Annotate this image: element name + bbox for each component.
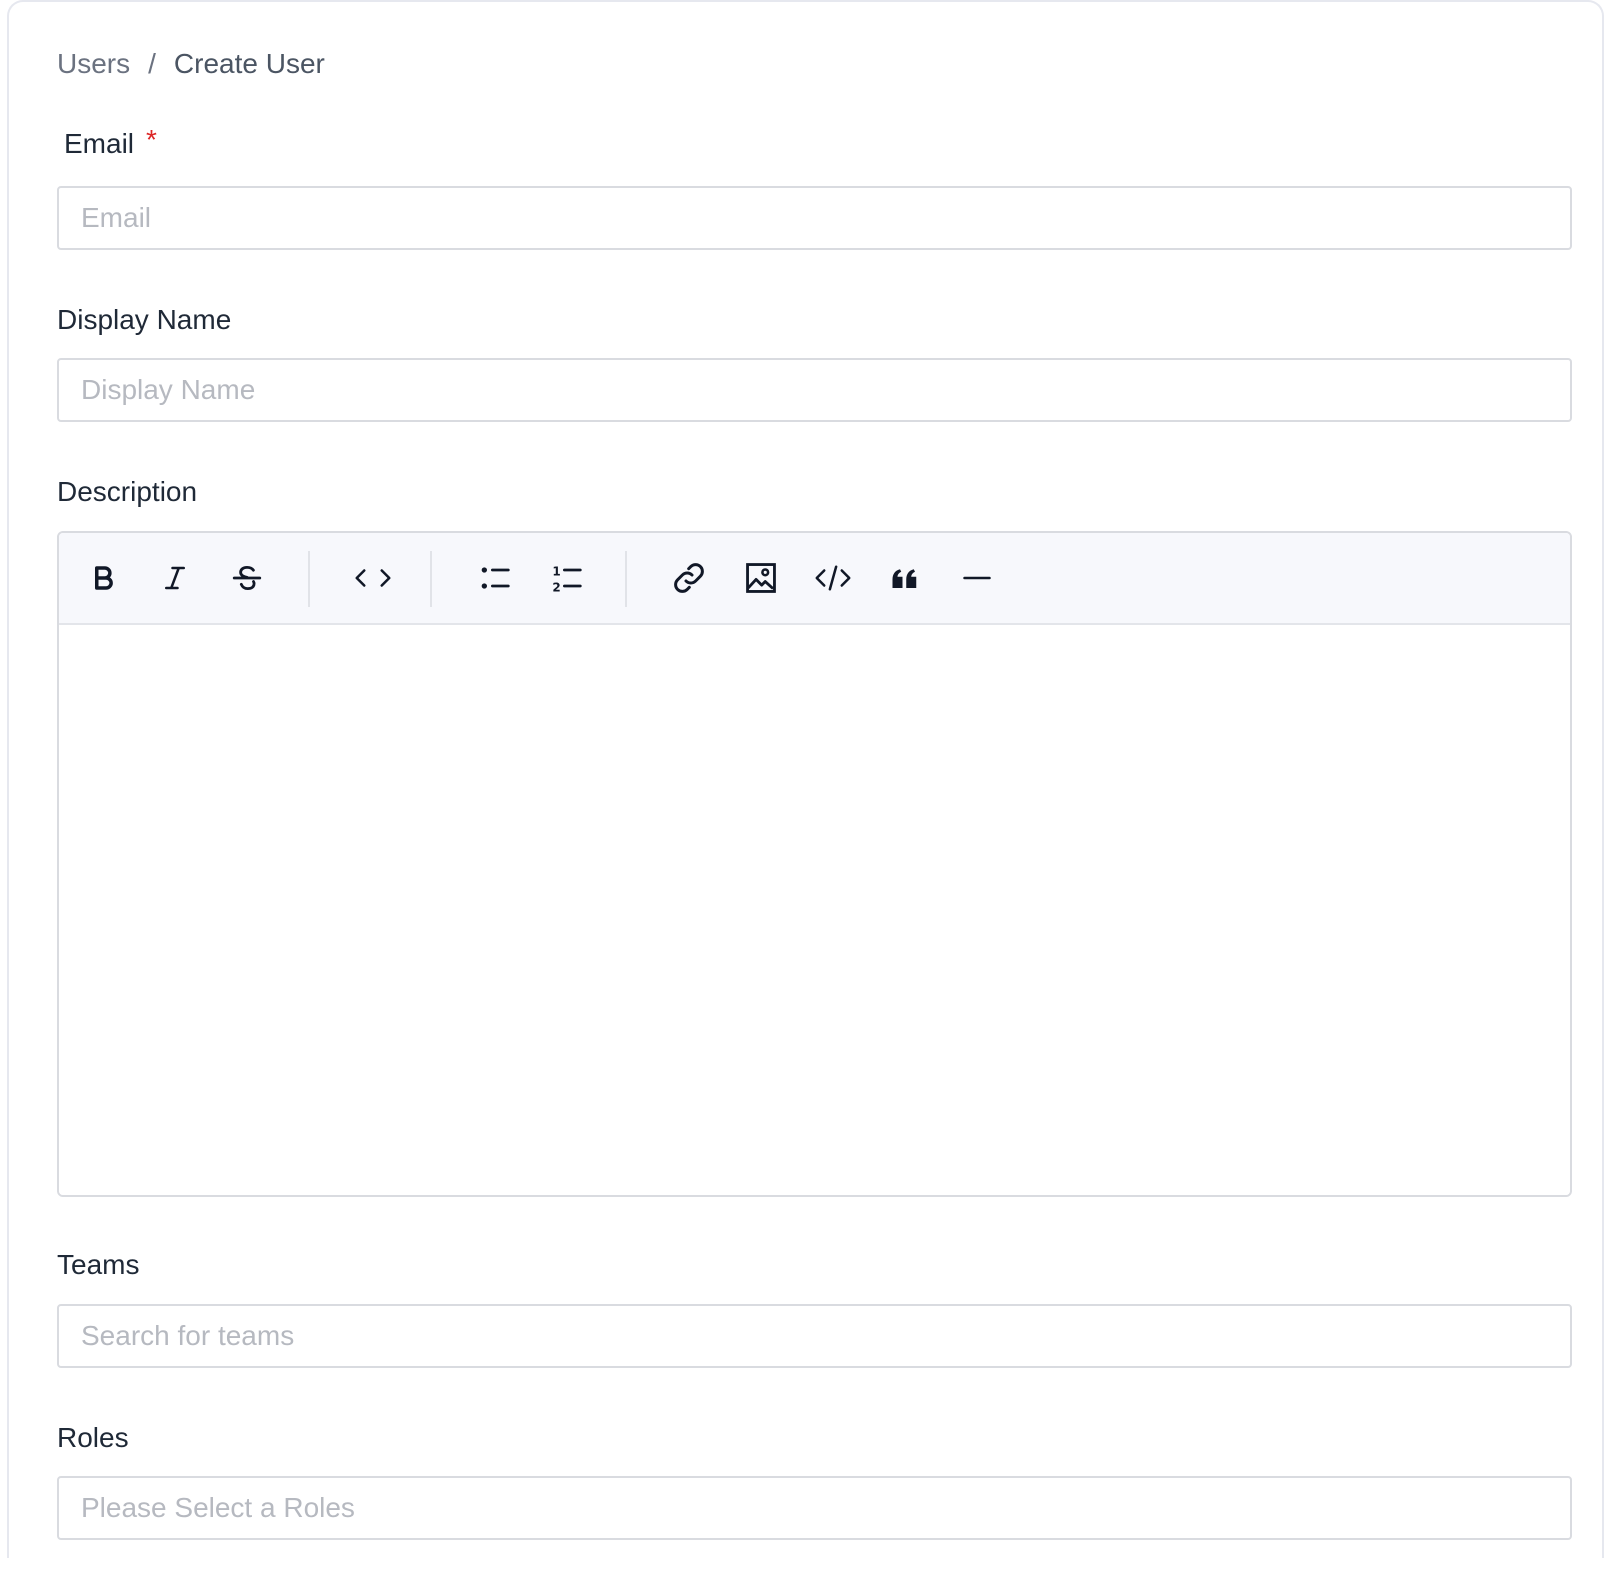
roles-select[interactable] [57, 1476, 1572, 1540]
strikethrough-button[interactable] [223, 554, 271, 602]
link-icon [674, 563, 704, 593]
email-label-text: Email [64, 128, 135, 159]
italic-button[interactable] [151, 554, 199, 602]
numbered-list-button[interactable]: 1 2 [543, 554, 591, 602]
description-label: Description [57, 476, 198, 507]
toolbar-divider [430, 551, 432, 607]
toolbar-divider [308, 551, 310, 607]
bold-button[interactable] [79, 554, 127, 602]
breadcrumb-users-link[interactable]: Users [57, 44, 130, 84]
create-user-card: Users / Create User Email* Display Name … [7, 0, 1604, 1558]
display-name-input[interactable] [57, 358, 1572, 422]
image-button[interactable] [737, 554, 785, 602]
inline-code-icon [355, 569, 391, 587]
numbered-list-icon: 1 2 [552, 564, 582, 594]
blockquote-button[interactable] [881, 554, 929, 602]
horizontal-rule-button[interactable] [953, 554, 1001, 602]
description-editor: 1 2 [57, 531, 1572, 1197]
bullet-list-icon [481, 567, 510, 589]
svg-text:2: 2 [552, 580, 560, 594]
teams-search-input[interactable] [57, 1304, 1572, 1368]
editor-toolbar: 1 2 [59, 533, 1570, 625]
breadcrumb: Users / Create User [57, 44, 325, 84]
bullet-list-button[interactable] [471, 554, 519, 602]
inline-code-button[interactable] [349, 554, 397, 602]
description-editor-body[interactable] [59, 625, 1570, 1195]
toolbar-divider [625, 551, 627, 607]
code-block-icon [815, 565, 851, 591]
code-block-button[interactable] [809, 554, 857, 602]
required-mark: * [146, 124, 157, 155]
svg-text:1: 1 [552, 564, 560, 578]
display-name-label: Display Name [57, 304, 232, 335]
teams-label: Teams [57, 1249, 140, 1280]
blockquote-icon [892, 569, 917, 588]
email-input[interactable] [57, 186, 1572, 250]
italic-icon [165, 566, 185, 590]
breadcrumb-separator: / [148, 48, 156, 79]
image-icon [746, 563, 776, 593]
link-button[interactable] [665, 554, 713, 602]
horizontal-rule-icon [963, 576, 991, 580]
bold-icon [95, 566, 113, 590]
roles-label: Roles [57, 1422, 129, 1453]
breadcrumb-current: Create User [173, 48, 325, 79]
email-label: Email * [57, 124, 157, 162]
strikethrough-icon [232, 565, 262, 591]
